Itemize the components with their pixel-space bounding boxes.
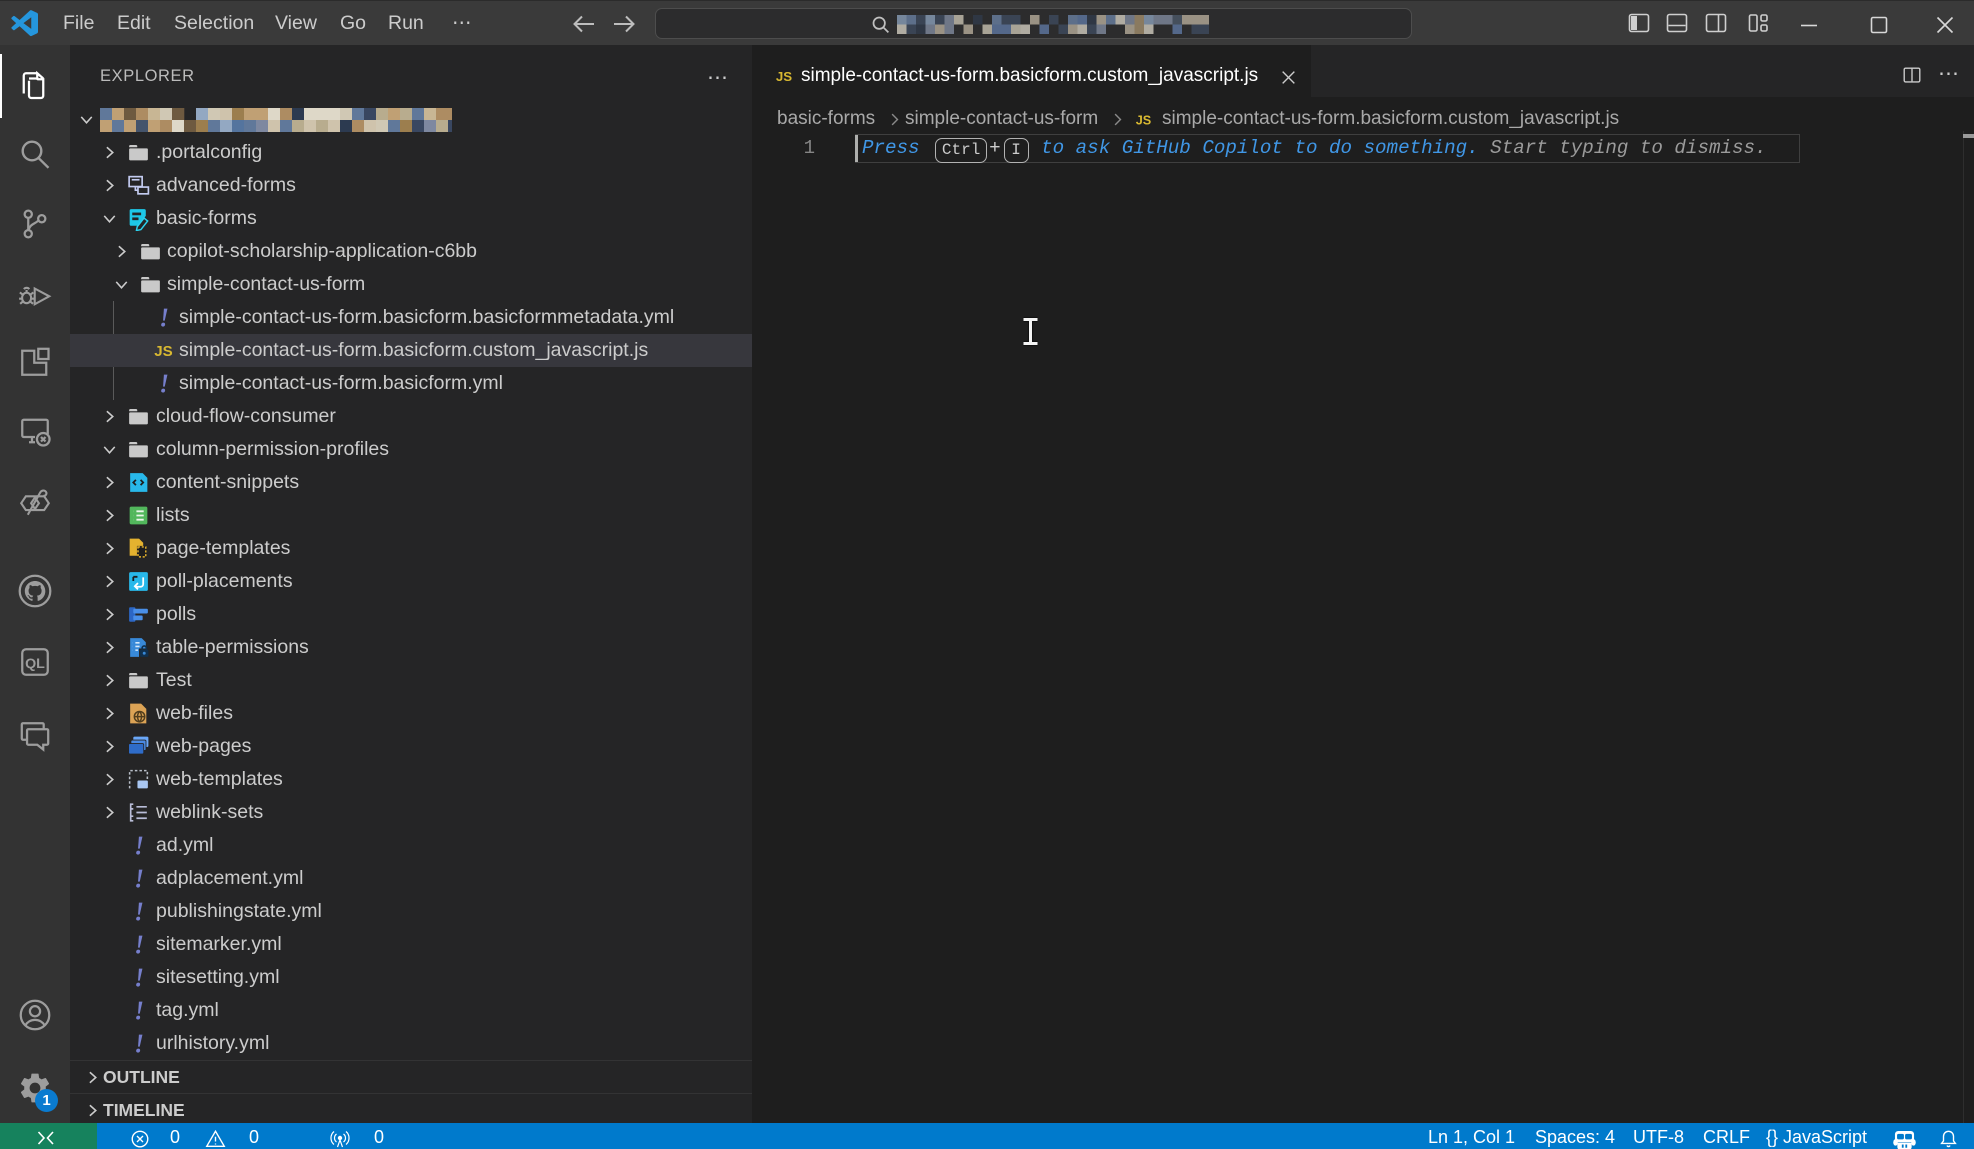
svg-text:JS: JS [1136,113,1152,127]
svg-text:JS: JS [154,343,172,360]
svg-text:JS: JS [776,69,792,84]
svg-text:QL: QL [25,656,45,672]
